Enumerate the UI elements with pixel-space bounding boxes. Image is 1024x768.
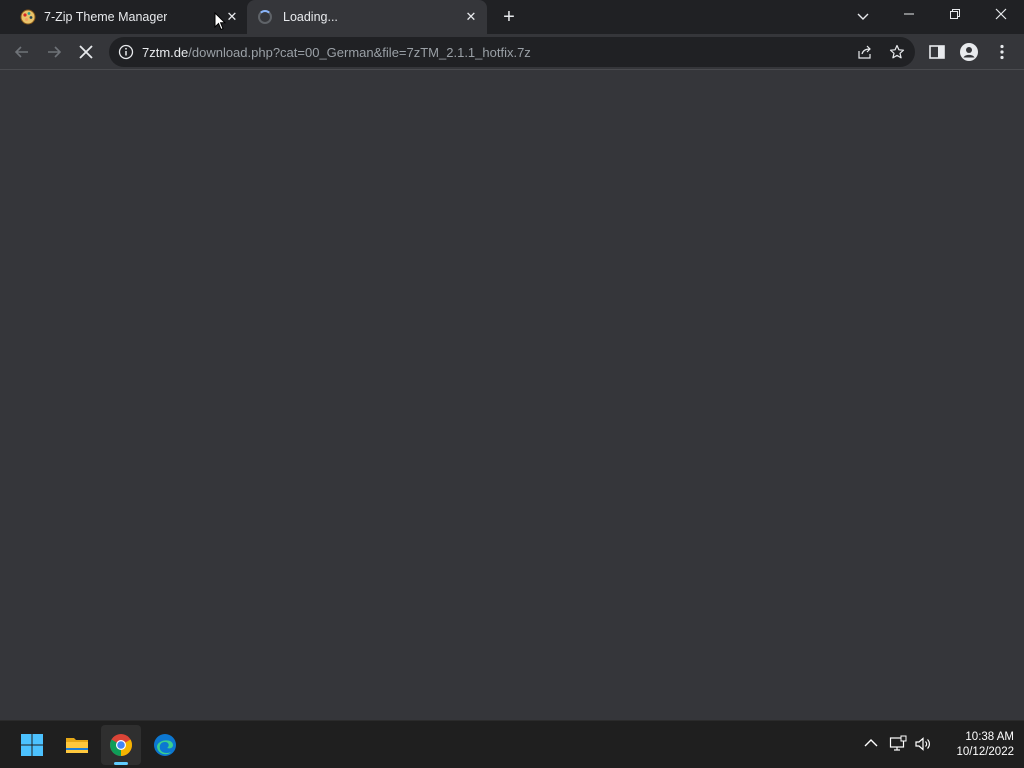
- system-clock[interactable]: 10:38 AM 10/12/2022: [938, 730, 1014, 760]
- volume-icon[interactable]: [914, 735, 932, 753]
- 7zip-theme-manager-icon: [20, 9, 36, 25]
- bookmark-star-icon[interactable]: [889, 44, 905, 60]
- tab-strip: 7-Zip Theme Manager ✕ Loading... ✕ +: [0, 0, 1024, 34]
- minimize-button[interactable]: [886, 0, 932, 30]
- share-icon[interactable]: [857, 44, 873, 60]
- clock-time: 10:38 AM: [965, 731, 1014, 743]
- url-host: 7ztm.de: [142, 45, 189, 60]
- forward-arrow-icon[interactable]: [44, 42, 64, 62]
- file-explorer-button[interactable]: [57, 725, 97, 765]
- more-options-icon[interactable]: [992, 42, 1012, 62]
- close-tab-icon[interactable]: ✕: [463, 9, 479, 25]
- address-bar[interactable]: 7ztm.de/download.php?cat=00_German&file=…: [109, 37, 915, 67]
- restore-button[interactable]: [932, 0, 978, 30]
- tab-title: Loading...: [283, 10, 338, 24]
- minimize-icon: [904, 13, 914, 15]
- taskbar: 10:38 AM 10/12/2022: [0, 720, 1024, 768]
- tab-title: 7-Zip Theme Manager: [44, 10, 168, 24]
- edge-icon: [154, 734, 176, 756]
- active-app-indicator: [114, 762, 128, 765]
- file-explorer-icon: [66, 738, 88, 753]
- profile-avatar-icon[interactable]: [959, 42, 979, 62]
- tab-loading[interactable]: Loading... ✕: [247, 0, 487, 34]
- show-hidden-icons-chevron-icon[interactable]: [862, 735, 880, 753]
- new-tab-button[interactable]: +: [500, 7, 518, 27]
- close-tab-icon[interactable]: ✕: [224, 9, 240, 25]
- tab-search-chevron-icon[interactable]: [855, 8, 871, 24]
- close-window-button[interactable]: [978, 0, 1024, 30]
- mouse-cursor-icon: [214, 12, 226, 31]
- chrome-icon: [110, 734, 132, 756]
- clock-date: 10/12/2022: [956, 746, 1014, 758]
- url-text[interactable]: 7ztm.de/download.php?cat=00_German&file=…: [142, 45, 531, 60]
- page-content-area: [0, 70, 1024, 720]
- edge-taskbar-button[interactable]: [145, 725, 185, 765]
- network-icon[interactable]: [889, 735, 907, 753]
- start-button[interactable]: [12, 725, 52, 765]
- tab-7zip-theme-manager[interactable]: 7-Zip Theme Manager ✕: [8, 0, 244, 34]
- loading-spinner-icon: [258, 10, 272, 24]
- site-info-icon[interactable]: [118, 44, 134, 60]
- url-path: /download.php?cat=00_German&file=7zTM_2.…: [188, 45, 531, 60]
- start-icon: [21, 734, 43, 756]
- stop-loading-icon[interactable]: [76, 42, 96, 62]
- side-panel-icon[interactable]: [927, 42, 947, 62]
- browser-toolbar: 7ztm.de/download.php?cat=00_German&file=…: [0, 34, 1024, 70]
- back-arrow-icon[interactable]: [12, 42, 32, 62]
- chrome-taskbar-button[interactable]: [101, 725, 141, 765]
- restore-icon: [950, 9, 960, 19]
- close-icon: [995, 8, 1007, 20]
